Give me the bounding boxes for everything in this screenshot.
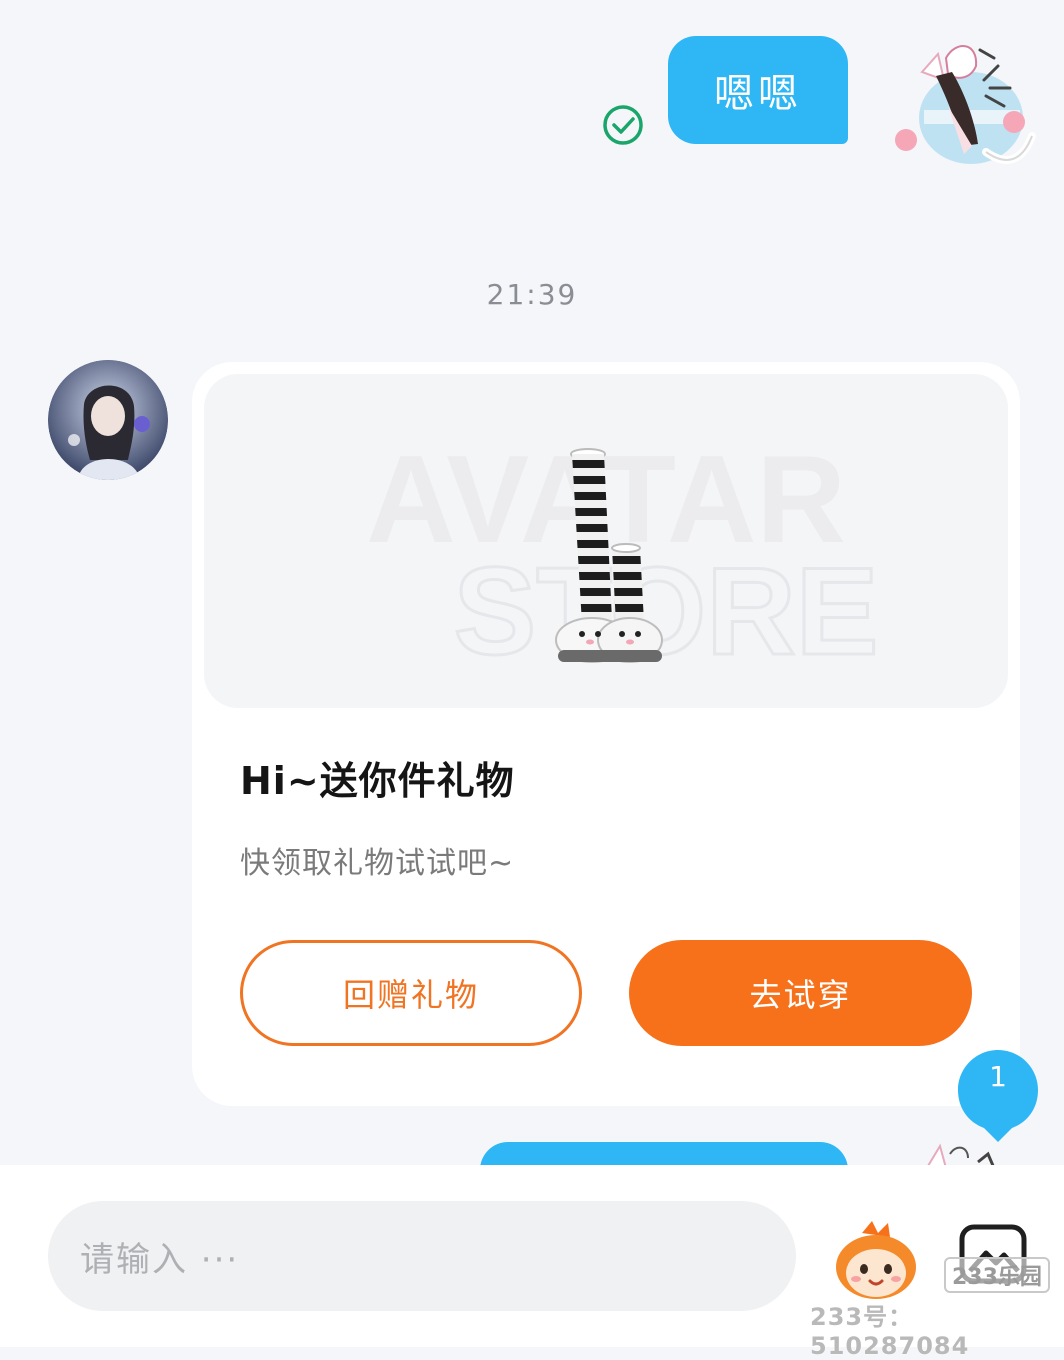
- outgoing-message-text: 嗯嗯: [714, 71, 802, 117]
- peer-avatar[interactable]: [48, 360, 168, 480]
- message-input[interactable]: 请输入 ···: [48, 1201, 796, 1311]
- return-gift-button[interactable]: 回赠礼物: [240, 940, 582, 1046]
- chat-area: 嗯嗯 21:39 STORE Hi~送你件礼物 快领取礼物试试吧~ 回赠礼物 去…: [0, 0, 1064, 1165]
- gift-card-title: Hi~送你件礼物: [240, 759, 515, 803]
- try-on-button[interactable]: 去试穿: [629, 940, 972, 1046]
- try-on-label: 去试穿: [749, 976, 852, 1014]
- message-input-bar: 请输入 ··· 233乐园 233号：510287084: [0, 1165, 1064, 1360]
- gift-card-subtitle: 快领取礼物试试吧~: [240, 846, 515, 881]
- striped-socks-image: [555, 448, 663, 663]
- self-avatar-partial: [927, 1143, 995, 1165]
- gift-card[interactable]: AVATAR STORE: [192, 362, 1020, 1106]
- outgoing-message-bubble-partial[interactable]: [480, 1142, 848, 1165]
- mascot-icon[interactable]: [832, 1221, 920, 1301]
- brand-watermark-tag: 233乐园: [944, 1257, 1050, 1293]
- gift-image-panel: AVATAR STORE: [204, 374, 1008, 708]
- check-circle-icon: [603, 105, 643, 145]
- message-timestamp: 21:39: [486, 278, 578, 311]
- unread-badge-count: 1: [989, 1060, 1007, 1093]
- outgoing-message-bubble[interactable]: 嗯嗯: [668, 36, 848, 144]
- user-id-watermark: 233号：510287084: [810, 1303, 970, 1360]
- self-avatar[interactable]: [886, 36, 1036, 176]
- message-input-placeholder: 请输入 ···: [80, 1239, 240, 1280]
- return-gift-label: 回赠礼物: [342, 976, 479, 1014]
